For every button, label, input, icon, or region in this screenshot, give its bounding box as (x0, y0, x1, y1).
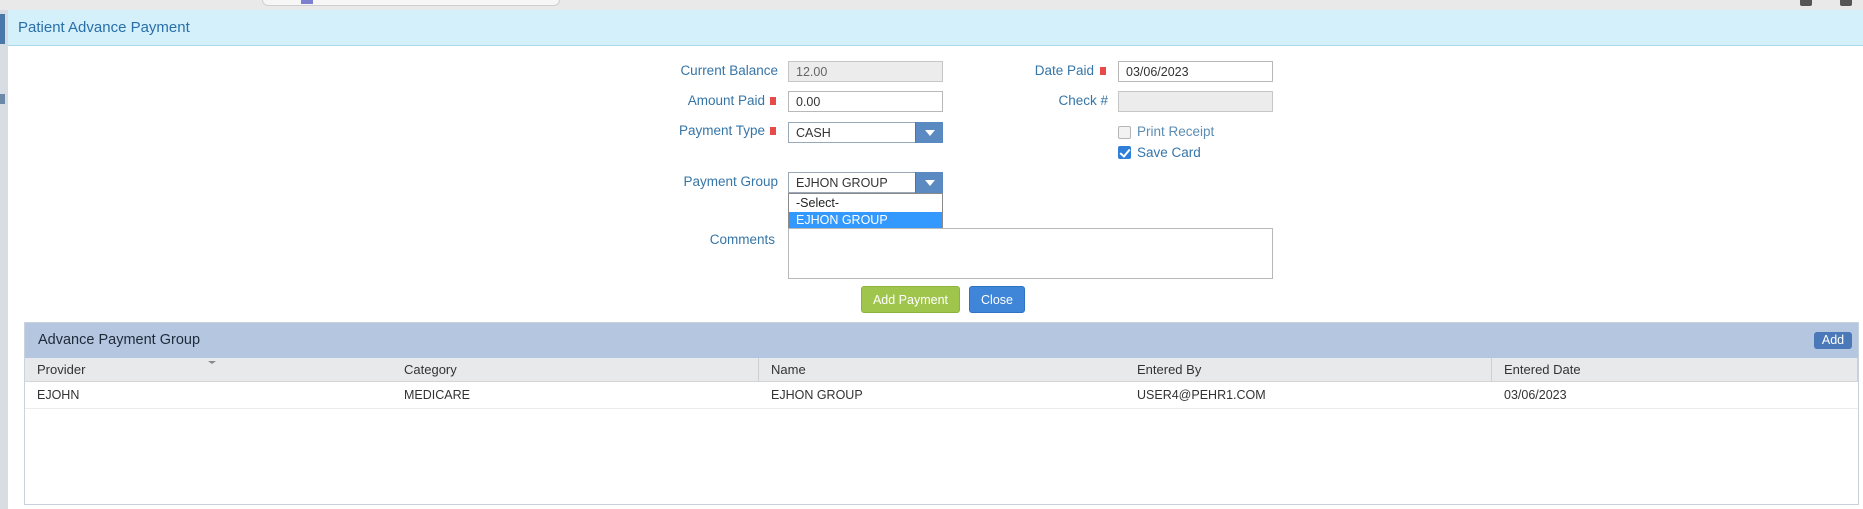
settings-icon[interactable] (1840, 0, 1852, 6)
payment-type-value: CASH (796, 126, 831, 140)
column-header-entered-date[interactable]: Entered Date (1492, 358, 1858, 382)
table-cell[interactable]: EJOHN (25, 382, 393, 409)
close-button[interactable]: Close (969, 286, 1025, 313)
dropdown-arrow-icon[interactable] (915, 172, 943, 193)
grid-header-bar: Advance Payment Group (25, 323, 1858, 358)
date-paid-input[interactable]: 03/06/2023 (1118, 61, 1273, 82)
print-receipt-label: Print Receipt (1137, 124, 1215, 139)
dropdown-option-ejhon-group[interactable]: EJHON GROUP (789, 212, 942, 229)
current-balance-label: Current Balance (680, 63, 778, 78)
dialog-title: Patient Advance Payment (18, 19, 190, 36)
date-paid-label: Date Paid (1034, 63, 1094, 78)
check-number-field (1118, 91, 1273, 112)
amount-paid-label: Amount Paid (687, 93, 765, 108)
save-card-label: Save Card (1137, 145, 1201, 160)
add-payment-button[interactable]: Add Payment (861, 286, 960, 313)
amount-paid-input[interactable]: 0.00 (788, 91, 943, 112)
table-cell[interactable]: USER4@PEHR1.COM (1125, 382, 1492, 409)
tab-favicon-icon (301, 0, 313, 4)
required-marker-icon (770, 97, 776, 105)
table-cell[interactable]: EJHON GROUP (759, 382, 1126, 409)
browser-tab[interactable] (262, 0, 560, 6)
column-header-category[interactable]: Category (392, 358, 759, 382)
dropdown-option-select[interactable]: -Select- (789, 195, 942, 212)
column-header-name[interactable]: Name (759, 358, 1126, 382)
payment-group-value: EJHON GROUP (796, 176, 888, 190)
current-balance-field: 12.00 (788, 61, 943, 82)
table-cell[interactable]: 03/06/2023 (1492, 382, 1858, 409)
side-tab-marker (0, 14, 5, 44)
check-number-label: Check # (1058, 93, 1108, 108)
comments-label: Comments (709, 232, 775, 247)
required-marker-icon (770, 127, 776, 135)
grid-title: Advance Payment Group (38, 332, 201, 348)
add-button[interactable]: Add (1814, 332, 1852, 349)
save-card-checkbox[interactable] (1118, 146, 1131, 159)
sort-indicator-icon (208, 361, 216, 364)
payment-group-dropdown: -Select- EJHON GROUP (788, 193, 943, 230)
side-tab-marker (0, 94, 5, 104)
dialog-titlebar: Patient Advance Payment (8, 10, 1863, 46)
required-marker-icon (1100, 67, 1106, 75)
dropdown-arrow-icon[interactable] (915, 122, 943, 143)
payment-group-label: Payment Group (683, 174, 778, 189)
extension-icon[interactable] (1800, 0, 1812, 6)
table-cell[interactable]: MEDICARE (392, 382, 759, 409)
payment-type-label: Payment Type (678, 123, 765, 138)
left-side-strip (0, 10, 8, 509)
print-receipt-checkbox[interactable] (1118, 126, 1131, 139)
column-header-entered-by[interactable]: Entered By (1125, 358, 1492, 382)
comments-textarea[interactable] (788, 228, 1273, 279)
